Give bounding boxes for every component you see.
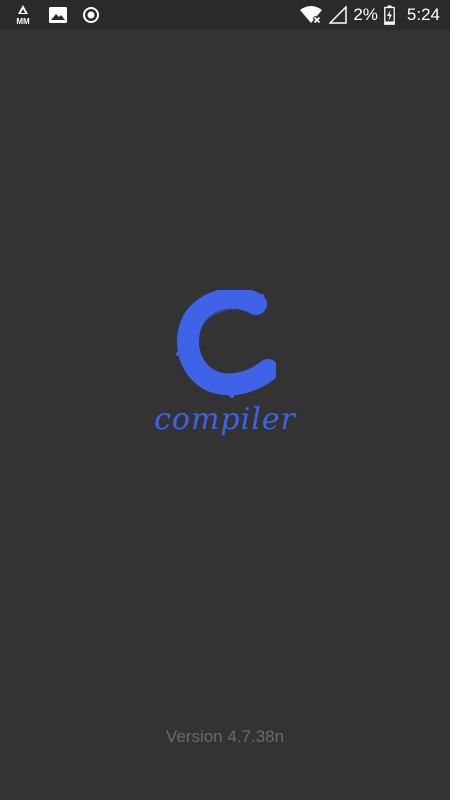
battery-charging-icon <box>384 5 395 25</box>
splash-screen: MM 2% 5:24 compiler Version 4.7.38n <box>0 0 450 800</box>
status-bar-system: 2% 5:24 <box>299 4 440 26</box>
version-label: Version 4.7.38n <box>165 727 285 746</box>
app-name: compiler <box>154 402 296 437</box>
c-letter-logo-icon <box>176 290 276 398</box>
battery-percent: 2% <box>353 5 378 24</box>
signal-empty-icon <box>329 6 348 24</box>
wifi-x-icon <box>299 5 323 25</box>
status-bar: MM 2% 5:24 <box>0 0 450 30</box>
record-circle-icon <box>82 6 100 24</box>
mm-app-icon: MM <box>12 4 34 26</box>
image-notification-icon <box>48 6 68 24</box>
app-logo: compiler <box>150 290 300 450</box>
mm-label: MM <box>16 17 30 26</box>
status-bar-notifications: MM <box>12 4 100 26</box>
clock: 5:24 <box>406 5 440 24</box>
